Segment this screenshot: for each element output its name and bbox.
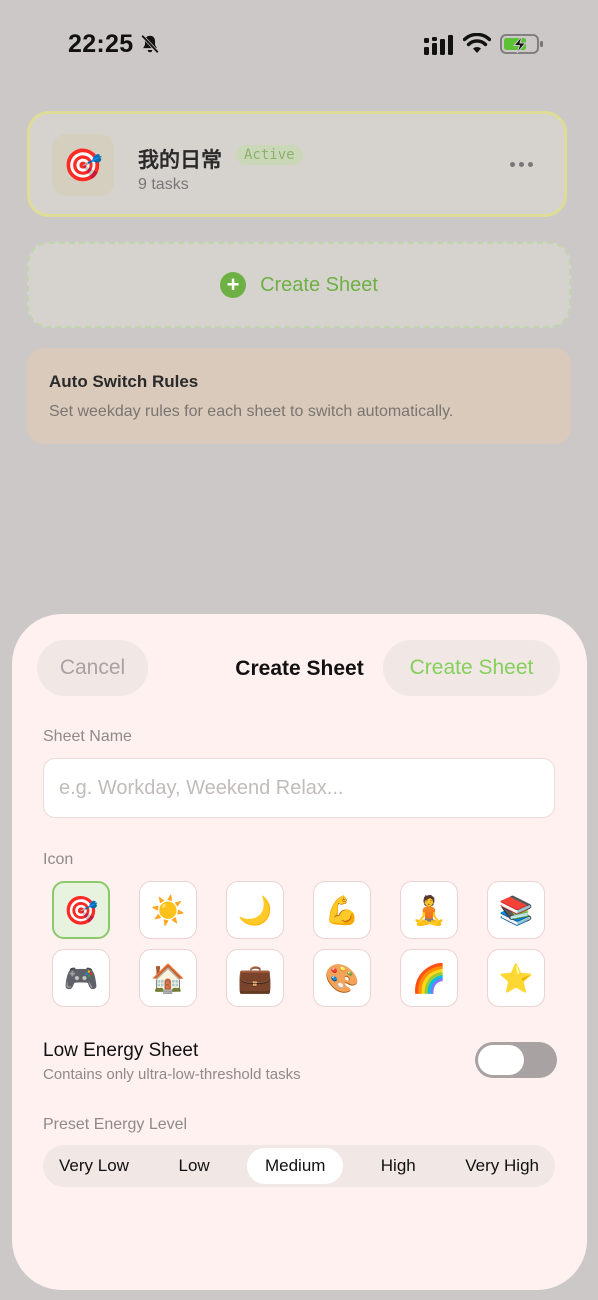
sheet-task-count: 9 tasks bbox=[138, 176, 189, 193]
active-badge: Active bbox=[236, 145, 303, 165]
energy-very-low[interactable]: Very Low bbox=[47, 1148, 141, 1184]
icon-option-game-controller[interactable]: 🎮 bbox=[52, 949, 110, 1007]
wifi-icon bbox=[463, 33, 491, 53]
rules-description: Set weekday rules for each sheet to swit… bbox=[49, 403, 454, 420]
energy-low[interactable]: Low bbox=[166, 1148, 221, 1184]
icon-picker-grid: 🎯 ☀️ 🌙 💪 🧘 📚 🎮 🏠 💼 🎨 🌈 ⭐ bbox=[52, 881, 548, 1007]
battery-charging-icon bbox=[500, 34, 543, 54]
icon-option-briefcase[interactable]: 💼 bbox=[226, 949, 284, 1007]
create-sheet-button[interactable]: Create Sheet bbox=[383, 640, 560, 696]
auto-switch-rules-card[interactable]: Auto Switch Rules Set weekday rules for … bbox=[27, 348, 571, 444]
ellipsis-icon[interactable] bbox=[506, 154, 536, 174]
sheet-icon: 🎯 bbox=[52, 134, 114, 196]
icon-option-moon[interactable]: 🌙 bbox=[226, 881, 284, 939]
bell-slash-icon bbox=[141, 34, 159, 54]
icon-option-books[interactable]: 📚 bbox=[487, 881, 545, 939]
status-bar: 22:25 bbox=[0, 0, 598, 90]
modal-title-text: Create Sheet bbox=[235, 657, 364, 680]
sheet-name-label: Sheet Name bbox=[43, 728, 132, 745]
icon-option-sun[interactable]: ☀️ bbox=[139, 881, 197, 939]
icon-option-rainbow[interactable]: 🌈 bbox=[400, 949, 458, 1007]
sheet-card-active[interactable]: 🎯 我的日常 Active 9 tasks bbox=[27, 111, 567, 217]
energy-level-label: Preset Energy Level bbox=[43, 1116, 188, 1133]
icon-option-meditation[interactable]: 🧘 bbox=[400, 881, 458, 939]
rules-title: Auto Switch Rules bbox=[49, 372, 199, 391]
create-sheet-modal: Cancel Create Sheet Create Sheet Sheet N… bbox=[12, 614, 587, 1290]
create-sheet-card[interactable]: + Create Sheet bbox=[27, 242, 571, 328]
icon-option-house[interactable]: 🏠 bbox=[139, 949, 197, 1007]
sheet-name: 我的日常 bbox=[138, 149, 222, 172]
energy-medium[interactable]: Medium bbox=[247, 1148, 344, 1184]
cellular-signal-icon bbox=[424, 35, 453, 55]
energy-high[interactable]: High bbox=[369, 1148, 428, 1184]
icon-label: Icon bbox=[43, 851, 74, 868]
energy-level-segmented-control: Very Low Low Medium High Very High bbox=[43, 1145, 555, 1187]
energy-very-high[interactable]: Very High bbox=[453, 1148, 551, 1184]
low-energy-toggle[interactable] bbox=[475, 1042, 557, 1078]
low-energy-title: Low Energy Sheet bbox=[43, 1040, 199, 1061]
icon-option-palette[interactable]: 🎨 bbox=[313, 949, 371, 1007]
icon-option-muscle[interactable]: 💪 bbox=[313, 881, 371, 939]
status-time: 22:25 bbox=[68, 30, 134, 58]
toggle-knob bbox=[478, 1045, 524, 1075]
low-energy-subtitle: Contains only ultra-low-threshold tasks bbox=[43, 1066, 301, 1083]
icon-option-target[interactable]: 🎯 bbox=[52, 881, 110, 939]
icon-option-star[interactable]: ⭐ bbox=[487, 949, 545, 1007]
plus-circle-icon: + bbox=[220, 272, 247, 298]
create-sheet-card-label: Create Sheet bbox=[260, 273, 378, 296]
sheet-name-input[interactable] bbox=[43, 758, 555, 818]
